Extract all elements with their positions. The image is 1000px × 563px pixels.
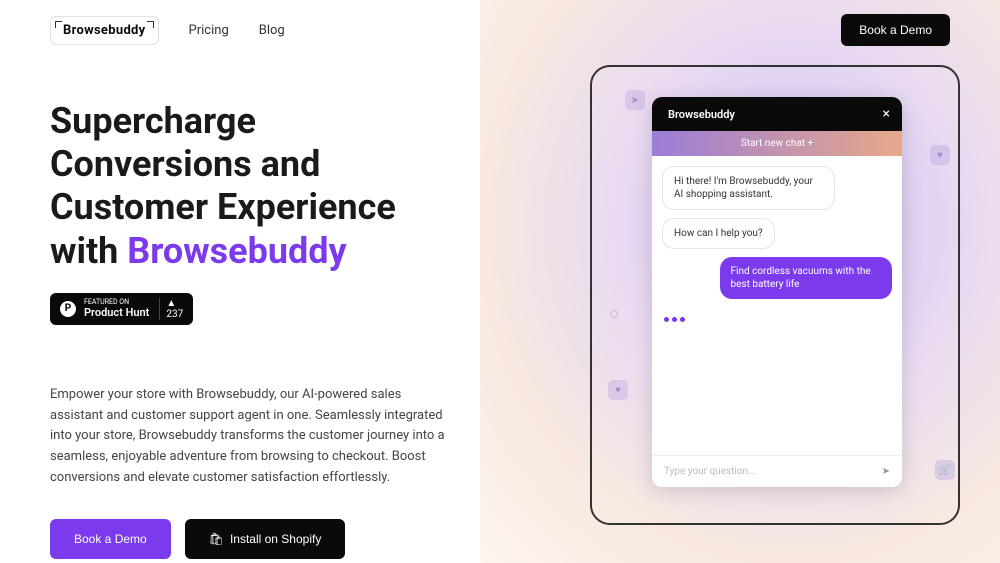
chat-brand: Browsebuddy bbox=[664, 108, 739, 121]
chat-input[interactable]: Type your question... bbox=[664, 466, 756, 477]
hero-content: Supercharge Conversions and Customer Exp… bbox=[0, 60, 500, 559]
ph-name: Product Hunt bbox=[84, 306, 149, 319]
product-hunt-icon: P bbox=[60, 301, 76, 317]
demo-frame: Browsebuddy × Start new chat + Hi there!… bbox=[590, 65, 960, 525]
cta-row: Book a Demo 🛍 Install on Shopify bbox=[50, 519, 450, 559]
user-message: Find cordless vacuums with the best batt… bbox=[720, 257, 893, 299]
close-icon[interactable]: × bbox=[883, 106, 890, 122]
nav-blog[interactable]: Blog bbox=[259, 23, 285, 38]
hero-description: Empower your store with Browsebuddy, our… bbox=[50, 385, 450, 489]
header: Browsebuddy Pricing Blog Book a Demo bbox=[0, 0, 1000, 60]
product-hunt-badge[interactable]: P FEATURED ON Product Hunt ▲237 bbox=[50, 293, 193, 325]
install-shopify-button[interactable]: 🛍 Install on Shopify bbox=[185, 519, 346, 559]
logo[interactable]: Browsebuddy bbox=[50, 16, 159, 45]
book-demo-header-button[interactable]: Book a Demo bbox=[841, 14, 950, 46]
send-icon[interactable]: ➤ bbox=[882, 466, 890, 477]
ph-upvote-count: ▲237 bbox=[159, 298, 183, 320]
start-new-chat-button[interactable]: Start new chat + bbox=[652, 131, 902, 156]
chat-input-bar: Type your question... ➤ bbox=[652, 455, 902, 487]
bot-message: How can I help you? bbox=[662, 218, 775, 249]
chat-body: Hi there! I'm Browsebuddy, your AI shopp… bbox=[652, 156, 902, 466]
ph-featured-label: FEATURED ON bbox=[84, 299, 149, 306]
chat-widget: Browsebuddy × Start new chat + Hi there!… bbox=[652, 97, 902, 487]
chat-header: Browsebuddy × bbox=[652, 97, 902, 131]
nav-pricing[interactable]: Pricing bbox=[189, 23, 229, 38]
book-demo-button[interactable]: Book a Demo bbox=[50, 519, 171, 559]
hero-title: Supercharge Conversions and Customer Exp… bbox=[50, 100, 450, 273]
bot-message: Hi there! I'm Browsebuddy, your AI shopp… bbox=[662, 166, 835, 210]
shopify-icon: 🛍 bbox=[209, 532, 224, 546]
typing-indicator bbox=[662, 311, 892, 328]
